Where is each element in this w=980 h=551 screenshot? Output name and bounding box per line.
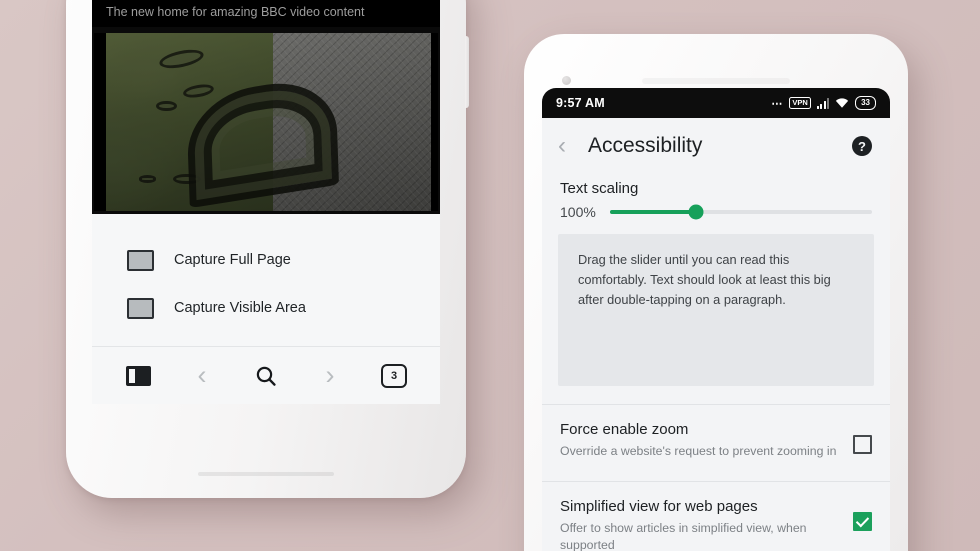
preference-title: Simplified view for web pages: [560, 498, 758, 516]
right-phone-screen: 9:57 AM ⋯ VPN 33 ‹ Accessibility ? Text …: [542, 88, 890, 551]
hero-image-canvas: [94, 33, 438, 211]
text-scaling-slider[interactable]: [610, 204, 872, 220]
checkbox-force-enable-zoom[interactable]: [853, 435, 872, 454]
front-camera-icon: [562, 76, 571, 85]
hero-letterbox-right: [431, 33, 438, 211]
preference-simplified-view[interactable]: Simplified view for web pages Offer to s…: [542, 482, 890, 551]
bbc-tagline: The new home for amazing BBC video conte…: [106, 5, 365, 19]
more-dots-icon: ⋯: [771, 97, 784, 110]
chevron-right-icon: ›: [325, 360, 335, 390]
menu-item-capture-full-page[interactable]: Capture Full Page: [92, 236, 440, 284]
tab-switcher-button[interactable]: 3: [372, 354, 416, 398]
text-preview-box: Drag the slider until you can read this …: [558, 234, 874, 386]
bbc-reel-banner: B B C REEL Visit Reel → The new home for…: [92, 0, 440, 27]
left-phone-device: B B C REEL Visit Reel → The new home for…: [66, 0, 469, 498]
hero-dim-overlay: [94, 33, 438, 211]
preference-force-enable-zoom[interactable]: Force enable zoom Override a website's r…: [542, 405, 890, 475]
slider-thumb[interactable]: [688, 204, 704, 220]
page-title: Accessibility: [588, 134, 703, 157]
menu-item-label: Capture Full Page: [174, 252, 291, 268]
forward-button[interactable]: ›: [308, 354, 352, 398]
tab-count-label: 3: [381, 363, 407, 388]
left-phone-screen: B B C REEL Visit Reel → The new home for…: [92, 0, 440, 404]
capture-menu-sheet: Capture Full Page Capture Visible Area ‹: [92, 214, 440, 404]
browser-bottom-toolbar: ‹ › 3: [92, 346, 440, 404]
battery-indicator: 33: [855, 96, 876, 110]
text-scaling-label: Text scaling: [560, 180, 639, 197]
menu-item-capture-visible-area[interactable]: Capture Visible Area: [92, 284, 440, 332]
chevron-left-icon: ‹: [197, 360, 207, 390]
settings-body: Text scaling 100% Drag the slider until …: [542, 180, 890, 551]
earpiece-speaker: [642, 78, 790, 84]
reader-view-icon: [125, 365, 151, 386]
right-phone-device: 9:57 AM ⋯ VPN 33 ‹ Accessibility ? Text …: [524, 34, 908, 551]
preference-text: Force enable zoom Override a website's r…: [560, 421, 841, 460]
search-icon: [256, 366, 276, 386]
home-indicator: [198, 472, 334, 476]
search-button[interactable]: [244, 354, 288, 398]
help-circle-icon[interactable]: ?: [852, 136, 872, 156]
slider-fill: [610, 210, 697, 214]
capture-full-page-icon: [126, 248, 154, 272]
reader-view-button[interactable]: [116, 354, 160, 398]
preference-title: Force enable zoom: [560, 421, 689, 438]
text-scaling-slider-row: 100%: [560, 204, 872, 220]
text-scaling-value: 100%: [560, 204, 596, 220]
vpn-icon: VPN: [789, 97, 811, 109]
hero-letterbox-left: [94, 33, 107, 211]
text-preview-content: Drag the slider until you can read this …: [578, 252, 831, 307]
back-button[interactable]: ‹: [558, 134, 566, 158]
preference-subtitle: Override a website's request to prevent …: [560, 444, 837, 458]
wifi-icon: [835, 98, 849, 108]
capture-visible-area-icon: [126, 296, 154, 320]
back-button[interactable]: ‹: [180, 354, 224, 398]
status-icons: ⋯ VPN 33: [771, 96, 876, 110]
status-bar: 9:57 AM ⋯ VPN 33: [542, 88, 890, 118]
menu-item-label: Capture Visible Area: [174, 300, 306, 316]
app-bar: ‹ Accessibility ?: [542, 118, 890, 174]
power-button[interactable]: [465, 36, 469, 108]
checkbox-simplified-view[interactable]: [853, 512, 872, 532]
status-time: 9:57 AM: [556, 96, 605, 110]
capture-menu-list: Capture Full Page Capture Visible Area: [92, 214, 440, 332]
text-scaling-section: Text scaling 100%: [542, 180, 890, 220]
preference-text: Simplified view for web pages Offer to s…: [560, 498, 841, 551]
preference-subtitle: Offer to show articles in simplified vie…: [560, 521, 807, 551]
hero-image[interactable]: [94, 33, 438, 211]
cellular-signal-icon: [816, 97, 830, 109]
